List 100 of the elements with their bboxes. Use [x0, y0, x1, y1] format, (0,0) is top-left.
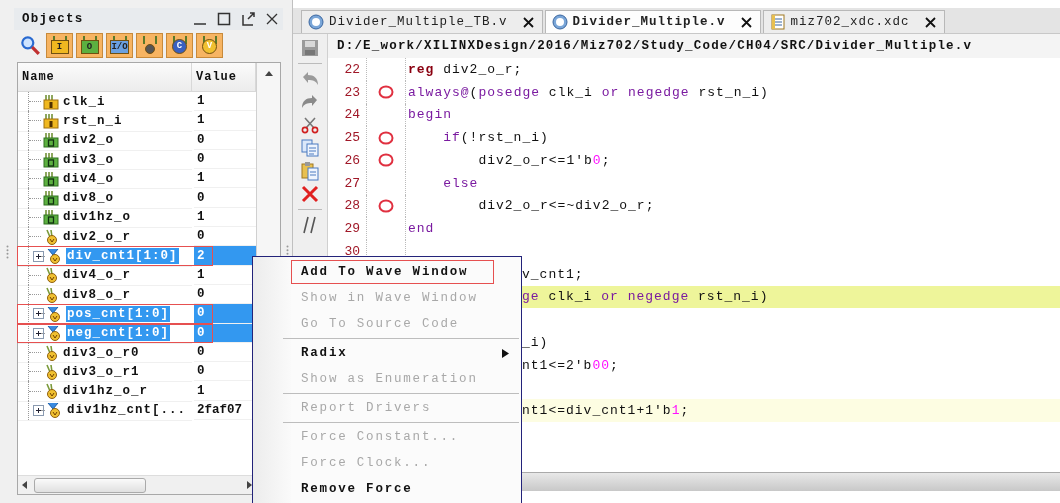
maximize-icon[interactable] — [217, 12, 231, 26]
signal-value: 1 — [194, 207, 256, 228]
output-port-icon — [42, 151, 60, 168]
line-number: 30 — [344, 243, 360, 259]
file-tab[interactable]: Divider_Multiple_TB.v — [301, 10, 543, 33]
signal-name: div8_o_r — [62, 286, 132, 303]
object-row[interactable]: clk_i 1 — [18, 92, 256, 112]
filter-button[interactable]: O — [76, 32, 103, 58]
signal-value: 0 — [194, 188, 256, 208]
filter-button[interactable]: I/O — [106, 32, 133, 58]
code-line: end — [407, 220, 436, 239]
signal-name: div1hz_cnt[... — [66, 402, 188, 419]
close-icon[interactable] — [522, 16, 534, 28]
line-number: 27 — [344, 175, 360, 191]
file-tab[interactable]: miz702_xdc.xdc — [762, 10, 945, 33]
breakpoint-icon[interactable] — [378, 85, 394, 100]
object-row[interactable]: div1hz_o 1 — [18, 207, 256, 228]
code-line: always@(posedge clk_i or negedge rst_n_i) — [407, 83, 770, 102]
expand-icon[interactable] — [33, 327, 44, 339]
output-port-icon — [42, 209, 60, 226]
search-icon[interactable] — [19, 34, 41, 56]
line-number: 28 — [344, 198, 360, 214]
copy-icon[interactable] — [300, 138, 320, 158]
input-port-icon — [42, 93, 60, 110]
float-icon[interactable] — [241, 12, 255, 26]
panel-title: Objects — [22, 12, 85, 26]
column-header[interactable]: Name — [18, 63, 192, 91]
line-number: 24 — [344, 107, 360, 123]
signal-name: div3_o — [62, 151, 115, 168]
code-line: v_cnt1; — [521, 265, 585, 284]
splitter-grip-icon[interactable] — [5, 244, 9, 259]
code-line: _i) — [521, 333, 550, 352]
breakpoint-icon[interactable] — [378, 130, 394, 145]
menu-item[interactable]: Remove Force — [253, 476, 521, 502]
signal-name: div1hz_o_r — [62, 383, 149, 400]
signal-value: 0 — [194, 130, 256, 150]
code-line: reg div2_o_r; — [407, 60, 524, 79]
breakpoint-icon[interactable] — [378, 153, 394, 168]
input-port-icon — [42, 112, 60, 129]
signal-name: div3_o_r1 — [62, 363, 141, 380]
close-icon[interactable] — [740, 16, 752, 28]
object-row[interactable]: div2_o 0 — [18, 130, 256, 150]
column-header[interactable]: Value — [192, 63, 256, 91]
code-line: if(!rst_n_i) — [442, 129, 550, 148]
delete-icon[interactable] — [300, 184, 320, 204]
close-icon[interactable] — [265, 12, 279, 26]
file-path: D:/E_work/XILINXDesign/2016/Miz702/Study_Code/CH04/SRC/Divider_Multiple.v — [328, 34, 1060, 58]
signal-value: 1 — [194, 169, 256, 189]
menu-item[interactable]: Radix — [253, 340, 521, 366]
signal-name: div8_o — [62, 190, 115, 207]
code-line: nt1<=2'b00; — [521, 356, 620, 375]
line-number: 26 — [344, 152, 360, 168]
signal-value: 0 — [194, 149, 256, 170]
signal-name: div4_o_r — [62, 267, 132, 284]
signal-name: div2_o_r — [62, 228, 132, 245]
filter-button[interactable]: C — [166, 32, 193, 58]
document-icon — [769, 14, 786, 30]
output-port-icon — [42, 190, 60, 207]
breakpoint-icon[interactable] — [378, 198, 394, 213]
signal-name: div1hz_o — [62, 209, 132, 226]
code-line: else — [442, 174, 480, 193]
line-number: 23 — [344, 84, 360, 100]
object-row[interactable]: div8_o 0 — [18, 188, 256, 208]
file-badge-icon — [551, 14, 568, 30]
scissors-icon[interactable] — [300, 115, 320, 135]
object-row[interactable]: rst_n_i 1 — [18, 111, 256, 131]
scroll-thumb[interactable] — [34, 477, 146, 493]
scroll-up-icon[interactable] — [263, 69, 274, 79]
signal-name: div4_o — [62, 170, 115, 187]
expand-icon[interactable] — [33, 308, 44, 320]
code-line: begin — [407, 106, 453, 125]
signal-name: pos_cnt[1:0] — [66, 305, 170, 322]
signal-name: div3_o_r0 — [62, 344, 141, 361]
menu-item[interactable]: Add To Wave Window — [253, 259, 521, 285]
signal-name: div_cnt1[1:0] — [66, 248, 179, 264]
code-line: div2_o_r<=1'b0; — [477, 151, 612, 170]
filter-button[interactable] — [136, 32, 163, 58]
scroll-left-icon[interactable] — [20, 480, 30, 490]
output-port-icon — [42, 132, 60, 149]
signal-value: 1 — [194, 111, 256, 131]
scroll-right-icon[interactable] — [244, 480, 254, 490]
signal-value: 2 — [194, 246, 256, 266]
signal-value: 1 — [194, 92, 256, 112]
signal-name: div2_o — [62, 132, 115, 149]
filter-button[interactable]: I — [46, 32, 73, 58]
paste-icon[interactable] — [300, 161, 320, 181]
file-tab[interactable]: Divider_Multiple.v — [544, 10, 761, 33]
object-row[interactable]: div4_o 1 — [18, 169, 256, 189]
line-number: 29 — [344, 221, 360, 237]
save-icon[interactable] — [300, 38, 320, 58]
signal-name: clk_i — [62, 93, 107, 110]
output-port-icon — [42, 170, 60, 187]
signal-name: neg_cnt[1:0] — [66, 325, 170, 342]
expand-icon[interactable] — [33, 404, 44, 416]
code-line: div2_o_r<=~div2_o_r; — [477, 197, 656, 216]
line-number: 22 — [344, 61, 360, 77]
object-row[interactable]: div3_o 0 — [18, 149, 256, 170]
close-icon[interactable] — [924, 16, 936, 28]
submenu-arrow-icon — [502, 349, 509, 358]
expand-icon[interactable] — [33, 250, 44, 262]
